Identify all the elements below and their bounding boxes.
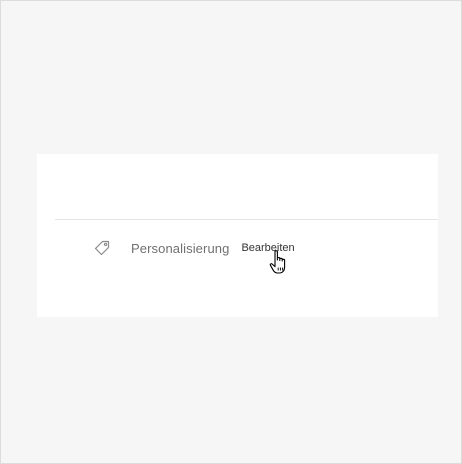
- tag-icon: [93, 239, 111, 257]
- personalization-row: Personalisierung Bearbeiten: [93, 237, 295, 259]
- page-background: Personalisierung Bearbeiten: [0, 0, 462, 464]
- hand-pointer-icon: [268, 249, 292, 277]
- card-divider: [55, 219, 438, 220]
- settings-card: Personalisierung Bearbeiten: [37, 154, 438, 317]
- personalization-label: Personalisierung: [131, 240, 230, 256]
